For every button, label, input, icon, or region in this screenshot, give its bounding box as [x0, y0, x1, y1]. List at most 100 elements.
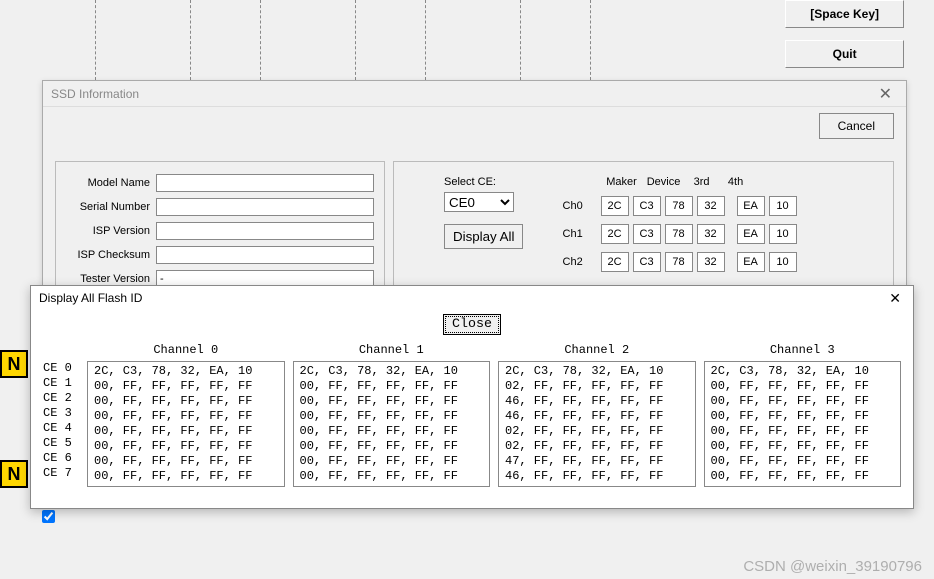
flash-id-row: 2C, C3, 78, 32, EA, 10	[94, 364, 278, 379]
id-cell: 10	[769, 252, 797, 272]
flash-id-row: 00, FF, FF, FF, FF, FF	[711, 439, 895, 454]
flash-id-row: 00, FF, FF, FF, FF, FF	[711, 469, 895, 484]
flash-id-row: 00, FF, FF, FF, FF, FF	[94, 424, 278, 439]
isp-checksum-input[interactable]	[156, 246, 374, 264]
channel-column: Channel 32C, C3, 78, 32, EA, 1000, FF, F…	[704, 343, 902, 487]
ce-label: CE 7	[43, 466, 83, 481]
cancel-button[interactable]: Cancel	[819, 113, 894, 139]
id-cell: 2C	[601, 224, 629, 244]
maker-header: Maker	[601, 176, 643, 188]
quit-button[interactable]: Quit	[785, 40, 904, 68]
flash-id-row: 00, FF, FF, FF, FF, FF	[300, 439, 484, 454]
flash-id-row: 00, FF, FF, FF, FF, FF	[94, 454, 278, 469]
watermark: CSDN @weixin_39190796	[743, 558, 922, 575]
ce-label: CE 5	[43, 436, 83, 451]
flash-id-row: 00, FF, FF, FF, FF, FF	[94, 469, 278, 484]
id-cell: EA	[737, 224, 765, 244]
flash-dialog-title: Display All Flash ID	[39, 291, 885, 305]
flash-dialog-close-icon[interactable]: ✕	[885, 290, 905, 307]
space-key-button[interactable]: [Space Key]	[785, 0, 904, 28]
flash-id-row: 2C, C3, 78, 32, EA, 10	[505, 364, 689, 379]
id-cell: 10	[769, 196, 797, 216]
id-cell: C3	[633, 196, 661, 216]
id-cell: 78	[665, 252, 693, 272]
channel-title: Channel 1	[293, 343, 491, 361]
channel-row-label: Ch0	[563, 200, 601, 212]
flash-id-row: 00, FF, FF, FF, FF, FF	[94, 394, 278, 409]
flash-id-panel: Select CE: CE0 Display All Maker Device …	[393, 161, 894, 295]
status-indicator-1: N	[0, 350, 28, 378]
channel-data-box: 2C, C3, 78, 32, EA, 1000, FF, FF, FF, FF…	[293, 361, 491, 487]
flash-id-row: 2C, C3, 78, 32, EA, 10	[711, 364, 895, 379]
third-header: 3rd	[685, 176, 719, 188]
flash-id-row: 00, FF, FF, FF, FF, FF	[94, 409, 278, 424]
id-cell: 10	[769, 224, 797, 244]
channel-row-label: Ch1	[563, 228, 601, 240]
serial-number-input[interactable]	[156, 198, 374, 216]
flash-id-row: 00, FF, FF, FF, FF, FF	[94, 379, 278, 394]
flash-id-row: 00, FF, FF, FF, FF, FF	[300, 469, 484, 484]
flash-id-row: 00, FF, FF, FF, FF, FF	[711, 409, 895, 424]
flash-id-row: 46, FF, FF, FF, FF, FF	[505, 469, 689, 484]
ce-label: CE 0	[43, 361, 83, 376]
id-cell: 32	[697, 224, 725, 244]
flash-id-row: 46, FF, FF, FF, FF, FF	[505, 409, 689, 424]
flash-id-row: 46, FF, FF, FF, FF, FF	[505, 394, 689, 409]
tester-version-label: Tester Version	[66, 273, 156, 285]
channel-title: Channel 0	[87, 343, 285, 361]
flash-id-row: 00, FF, FF, FF, FF, FF	[711, 424, 895, 439]
checkbox-option[interactable]	[42, 510, 55, 523]
channel-column: Channel 02C, C3, 78, 32, EA, 1000, FF, F…	[87, 343, 285, 487]
ce-label: CE 3	[43, 406, 83, 421]
close-button[interactable]: Close	[443, 314, 501, 335]
channel-data-box: 2C, C3, 78, 32, EA, 10 02, FF, FF, FF, FF…	[498, 361, 696, 487]
flash-id-row: 00, FF, FF, FF, FF, FF	[94, 439, 278, 454]
channel-title: Channel 3	[704, 343, 902, 361]
display-all-flash-id-dialog: Display All Flash ID ✕ Close CE 0CE 1CE …	[30, 285, 914, 509]
flash-id-row: 47, FF, FF, FF, FF, FF	[505, 454, 689, 469]
ssd-dialog-close-icon[interactable]: ✕	[873, 84, 898, 104]
ce-label: CE 4	[43, 421, 83, 436]
flash-id-row: 00, FF, FF, FF, FF, FF	[300, 394, 484, 409]
channel-data-box: 2C, C3, 78, 32, EA, 1000, FF, FF, FF, FF…	[87, 361, 285, 487]
flash-id-row: 02, FF, FF, FF, FF, FF	[505, 439, 689, 454]
select-ce-dropdown[interactable]: CE0	[444, 192, 514, 212]
device-header: Device	[643, 176, 685, 188]
fourth-header: 4th	[719, 176, 753, 188]
flash-id-row: 00, FF, FF, FF, FF, FF	[711, 379, 895, 394]
model-name-input[interactable]	[156, 174, 374, 192]
id-cell: 2C	[601, 196, 629, 216]
display-all-button[interactable]: Display All	[444, 224, 523, 249]
flash-id-row: 02, FF, FF, FF, FF, FF	[505, 424, 689, 439]
flash-id-row: 00, FF, FF, FF, FF, FF	[300, 454, 484, 469]
id-cell: EA	[737, 196, 765, 216]
id-cell: 78	[665, 196, 693, 216]
channel-title: Channel 2	[498, 343, 696, 361]
ce-label: CE 2	[43, 391, 83, 406]
id-cell: 32	[697, 196, 725, 216]
flash-id-row: 00, FF, FF, FF, FF, FF	[300, 379, 484, 394]
isp-version-input[interactable]	[156, 222, 374, 240]
channel-row-label: Ch2	[563, 256, 601, 268]
serial-number-label: Serial Number	[66, 201, 156, 213]
ce-labels-column: CE 0CE 1CE 2CE 3CE 4CE 5CE 6CE 7	[43, 343, 83, 487]
id-cell: 32	[697, 252, 725, 272]
background-dashed-lines	[80, 0, 680, 90]
select-ce-label: Select CE:	[444, 176, 523, 188]
channel-data-box: 2C, C3, 78, 32, EA, 1000, FF, FF, FF, FF…	[704, 361, 902, 487]
id-cell: 2C	[601, 252, 629, 272]
model-name-label: Model Name	[66, 177, 156, 189]
isp-checksum-label: ISP Checksum	[66, 249, 156, 261]
ssd-info-fields: Model Name Serial Number ISP Version ISP…	[55, 161, 385, 301]
ce-label: CE 6	[43, 451, 83, 466]
isp-version-label: ISP Version	[66, 225, 156, 237]
id-cell: C3	[633, 252, 661, 272]
id-cell: C3	[633, 224, 661, 244]
flash-id-row: 00, FF, FF, FF, FF, FF	[300, 409, 484, 424]
flash-id-row: 2C, C3, 78, 32, EA, 10	[300, 364, 484, 379]
flash-id-row: 00, FF, FF, FF, FF, FF	[711, 454, 895, 469]
id-cell: EA	[737, 252, 765, 272]
channel-column: Channel 2 2C, C3, 78, 32, EA, 10 02, FF, F…	[498, 343, 696, 487]
flash-id-row: 00, FF, FF, FF, FF, FF	[300, 424, 484, 439]
ssd-dialog-title: SSD Information	[51, 87, 873, 101]
